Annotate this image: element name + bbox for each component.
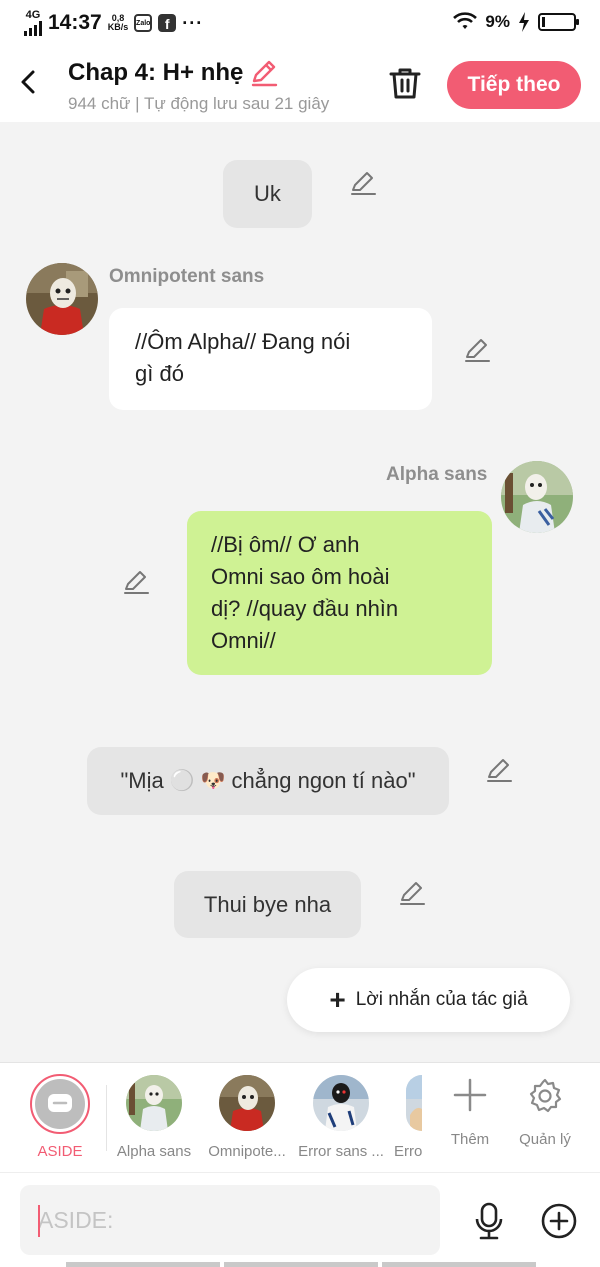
divider (106, 1085, 107, 1151)
gear-icon[interactable] (526, 1077, 564, 1115)
message-line: //Ôm Alpha// Đang nói (135, 329, 351, 354)
aside-message[interactable]: Thui bye nha (174, 871, 361, 938)
edit-title-icon[interactable] (249, 58, 279, 88)
message-line: Omni// (211, 628, 276, 653)
message-line: dị? //quay đầu nhìn (211, 596, 399, 621)
input-bar (0, 1172, 600, 1267)
zalo-icon: Zalo (134, 14, 153, 32)
character-message[interactable]: //Bị ôm// Ơ anh Omni sao ôm hoài dị? //q… (187, 511, 492, 675)
add-circle-icon[interactable] (540, 1202, 578, 1240)
speaker-name: Alpha sans (386, 464, 488, 485)
moon-emoji-icon: ⚪ (169, 770, 195, 792)
manage-label[interactable]: Quản lý (510, 1131, 580, 1148)
speed-unit: KB/s (107, 22, 129, 32)
aside-label: ASIDE (37, 1143, 83, 1160)
character-selector: ASIDE Alpha sans Omnipote... Error sans … (0, 1062, 600, 1172)
message-line: Omni sao ôm hoài (211, 564, 390, 589)
author-note-label: Lời nhắn của tác giả (355, 989, 528, 1010)
clock: 14:37 (48, 11, 102, 34)
wifi-icon (453, 12, 478, 29)
avatar-omnipotent-sans[interactable] (26, 263, 98, 335)
trash-icon[interactable] (386, 64, 424, 102)
avatar-alpha-sans[interactable] (501, 461, 573, 533)
edit-message-icon[interactable] (397, 878, 427, 908)
back-arrow-icon[interactable] (14, 64, 44, 100)
edit-message-icon[interactable] (348, 168, 378, 198)
aside-message[interactable]: Uk (223, 160, 312, 228)
battery-icon (538, 13, 579, 31)
message-line: gì đó (135, 361, 184, 386)
charging-icon (519, 12, 529, 32)
edit-message-icon[interactable] (462, 335, 492, 365)
aside-text: "Mịa (120, 768, 164, 793)
add-character-icon[interactable] (452, 1077, 488, 1113)
aside-message[interactable]: "Mịa ⚪ 🐶 chẳng ngon tí nào" (87, 747, 449, 815)
system-nav-bar (66, 1262, 536, 1267)
text-caret (38, 1205, 40, 1237)
author-note-button[interactable]: + Lời nhắn của tác giả (287, 968, 570, 1032)
aside-text: chẳng ngon tí nào" (231, 768, 416, 793)
character-message[interactable]: //Ôm Alpha// Đang nói gì đó (109, 308, 432, 410)
dog-emoji-icon: 🐶 (200, 770, 226, 792)
character-avatar-alpha-sans[interactable] (126, 1075, 182, 1131)
battery-percent: 9% (485, 12, 510, 31)
plus-icon: + (329, 984, 346, 1015)
message-input[interactable] (20, 1185, 440, 1255)
facebook-icon: f (158, 14, 177, 32)
character-label: Alpha sans (116, 1143, 192, 1160)
network-type: 4G (25, 9, 41, 21)
microphone-icon[interactable] (470, 1201, 508, 1241)
character-avatar-partial[interactable] (406, 1075, 422, 1131)
character-label: Omnipote... (208, 1143, 286, 1160)
chat-bubble-icon (48, 1094, 72, 1112)
aside-avatar (35, 1079, 85, 1129)
chapter-title-text: Chap 4: H+ nhẹ (68, 59, 244, 86)
chat-area: Uk Omnipotent sans //Ôm Alpha// Đang nói… (0, 122, 600, 1062)
character-avatar-omnipotent-sans[interactable] (219, 1075, 275, 1131)
character-label: Erro (394, 1143, 422, 1160)
speaker-name: Omnipotent sans (109, 266, 265, 287)
status-bar: 4G 14:37 0,8 KB/s Zalo f ··· 9% (0, 0, 600, 46)
signal-indicator: 4G (24, 10, 42, 36)
edit-message-icon[interactable] (121, 567, 151, 597)
edit-message-icon[interactable] (484, 755, 514, 785)
network-speed: 0,8 KB/s (108, 14, 129, 32)
autosave-status: 944 chữ | Tự động lưu sau 21 giây (68, 94, 330, 113)
next-button[interactable]: Tiếp theo (447, 61, 581, 109)
signal-icon (24, 20, 42, 36)
character-avatar-error-sans[interactable] (313, 1075, 369, 1131)
character-label: Error sans ... (298, 1143, 384, 1160)
more-notifications-icon: ··· (182, 12, 204, 33)
chapter-title[interactable]: Chap 4: H+ nhẹ (68, 58, 279, 88)
add-character-label[interactable]: Thêm (435, 1131, 505, 1148)
editor-header: Chap 4: H+ nhẹ 944 chữ | Tự động lưu sau… (0, 46, 600, 122)
message-line: //Bị ôm// Ơ anh (211, 532, 360, 557)
aside-character-button[interactable] (30, 1074, 90, 1134)
